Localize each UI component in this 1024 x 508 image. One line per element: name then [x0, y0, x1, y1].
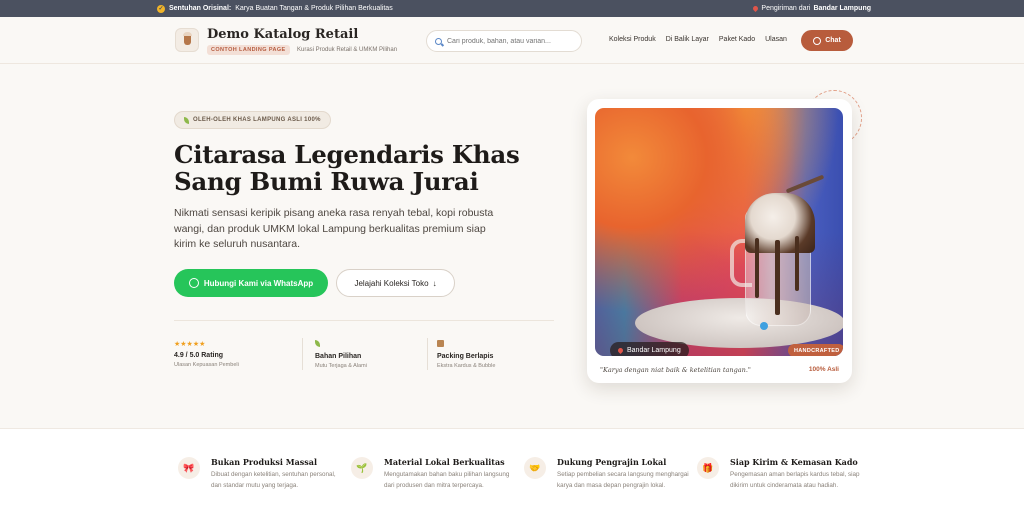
location-pill-text: Bandar Lampung — [627, 347, 681, 354]
stat-separator — [302, 338, 303, 370]
cup-icon — [182, 32, 192, 45]
star-rating-icon: ★★★★★ — [174, 341, 206, 348]
nav-di-balik-layar[interactable]: Di Balik Layar — [666, 36, 709, 43]
feature-desc: Setiap pembelian secara langsung menghar… — [557, 471, 689, 489]
search-box[interactable] — [426, 30, 582, 52]
stat-title: Packing Berlapis — [437, 353, 494, 360]
chat-button[interactable]: Chat — [801, 30, 853, 51]
check-icon: ✓ — [157, 4, 165, 13]
landing-badge: CONTOH LANDING PAGE — [207, 45, 290, 55]
shipping-location: Bandar Lampung — [813, 5, 871, 12]
feature-desc: Mengutamakan bahan baku pilihan langsung… — [384, 471, 510, 489]
leaf-icon — [315, 340, 367, 349]
gift-icon: 🎁 — [697, 457, 719, 479]
hero-tag-text: OLEH-OLEH KHAS LAMPUNG ASLI 100% — [193, 117, 321, 123]
stat-sub: Ekstra Kardus & Bubble — [437, 363, 496, 369]
explore-button-label: Jelajahi Koleksi Toko — [354, 278, 429, 288]
whatsapp-icon — [813, 36, 822, 45]
logo[interactable] — [175, 28, 199, 52]
chat-label: Chat — [825, 37, 841, 44]
leaf-icon — [184, 116, 189, 124]
nav-paket-kado[interactable]: Paket Kado — [719, 36, 755, 43]
feature-title: Dukung Pengrajin Lokal — [557, 457, 667, 467]
handcrafted-badge: HANDCRAFTED — [788, 344, 843, 356]
announcement-label: Sentuhan Orisinal: — [169, 5, 232, 12]
whatsapp-icon — [188, 278, 199, 288]
hero-lead: Nikmati sensasi keripik pisang aneka ras… — [174, 207, 494, 250]
stat-title: Bahan Pilihan — [315, 353, 362, 360]
hero-tag: OLEH-OLEH KHAS LAMPUNG ASLI 100% — [174, 111, 331, 129]
stat-rating: ★★★★★ 4.9 / 5.0 Rating Ulasan Kepuasan P… — [174, 340, 239, 368]
brand-subtitle: Kurasi Produk Retail & UMKM Pilihan — [297, 47, 398, 53]
hero-divider — [174, 320, 554, 321]
announcement-text: Karya Buatan Tangan & Produk Pilihan Ber… — [235, 5, 393, 12]
nav-koleksi-produk[interactable]: Koleksi Produk — [609, 36, 656, 43]
feature-title: Material Lokal Berkualitas — [384, 457, 505, 467]
arrow-down-icon: ↓ — [432, 278, 437, 288]
product-card: Bandar Lampung HANDCRAFTED "Karya dengan… — [587, 99, 852, 383]
stat-packing: Packing Berlapis Ekstra Kardus & Bubble — [437, 340, 495, 369]
explore-collection-button[interactable]: Jelajahi Koleksi Toko ↓ — [336, 269, 455, 297]
stat-bahan: Bahan Pilihan Mutu Terjaga & Alami — [315, 340, 367, 369]
location-pin-icon — [752, 4, 760, 13]
whatsapp-contact-button[interactable]: Hubungi Kami via WhatsApp — [174, 269, 328, 297]
hero-title: Citarasa Legendaris Khas Sang Bumi Ruwa … — [174, 140, 520, 196]
announcement-left: ✓ Sentuhan Orisinal: Karya Buatan Tangan… — [157, 0, 393, 17]
shipping-info: Pengiriman dari Bandar Lampung — [752, 0, 871, 17]
brand-name[interactable]: Demo Katalog Retail — [207, 27, 358, 42]
location-pill: Bandar Lampung — [610, 342, 689, 356]
authentic-note: 100% Asli — [808, 366, 839, 373]
nav-ulasan[interactable]: Ulasan — [765, 36, 787, 43]
stat-title: 4.9 / 5.0 Rating — [174, 352, 224, 359]
ribbon-icon: 🎀 — [178, 457, 200, 479]
location-pin-icon — [616, 346, 625, 355]
handshake-icon: 🤝 — [524, 457, 546, 479]
site-header: Demo Katalog Retail CONTOH LANDING PAGE … — [0, 17, 1024, 64]
shipping-text: Pengiriman dari — [761, 5, 811, 12]
product-photo: Bandar Lampung HANDCRAFTED — [595, 108, 843, 356]
feature-desc: Pengemasan aman berlapis kardus tebal, s… — [730, 471, 860, 489]
feature-title: Bukan Produksi Massal — [211, 457, 318, 467]
box-icon — [437, 340, 495, 349]
stat-sub: Mutu Terjaga & Alami — [315, 363, 367, 369]
features-section: 🎀 Bukan Produksi Massal Dibuat dengan ke… — [0, 428, 1024, 508]
search-icon — [435, 37, 442, 45]
stat-separator — [427, 338, 428, 370]
main-nav: Koleksi Produk Di Balik Layar Paket Kado… — [609, 36, 787, 43]
stat-sub: Ulasan Kepuasan Pembeli — [174, 362, 239, 368]
feature-desc: Dibuat dengan ketelitian, sentuhan perso… — [211, 471, 336, 489]
search-input[interactable] — [447, 37, 567, 45]
feature-title: Siap Kirim & Kemasan Kado — [730, 457, 858, 467]
card-quote: "Karya dengan niat baik & ketelitian tan… — [600, 366, 751, 374]
top-announcement-bar: ✓ Sentuhan Orisinal: Karya Buatan Tangan… — [0, 0, 1024, 17]
whatsapp-button-label: Hubungi Kami via WhatsApp — [203, 278, 314, 288]
sprout-icon: 🌱 — [351, 457, 373, 479]
